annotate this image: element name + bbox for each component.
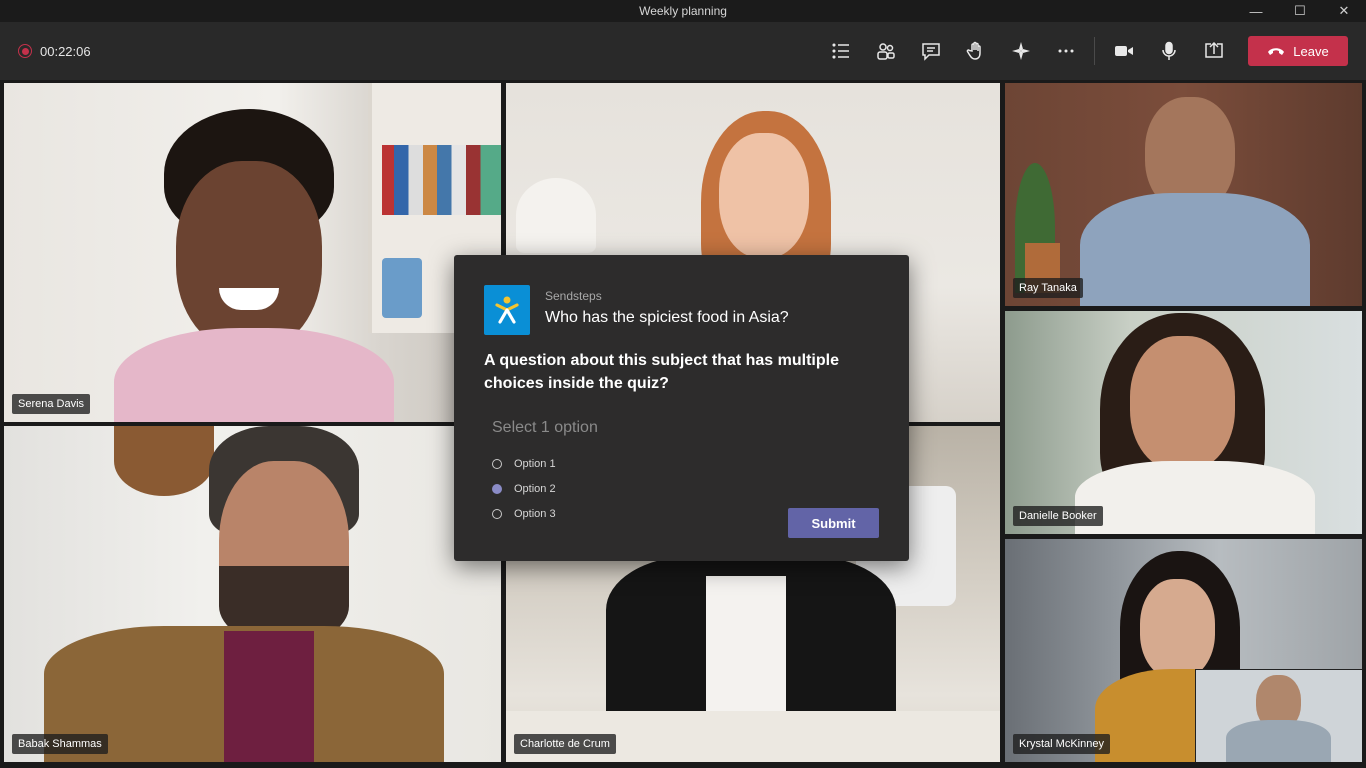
toolbar-separator bbox=[1094, 37, 1095, 65]
share-screen-button[interactable] bbox=[1191, 31, 1236, 71]
meeting-controls: Leave bbox=[818, 22, 1348, 80]
self-view[interactable] bbox=[1195, 669, 1362, 762]
raise-hand-icon bbox=[966, 41, 981, 60]
raise-hand-button[interactable] bbox=[953, 31, 998, 71]
option-2[interactable]: Option 2 bbox=[492, 476, 556, 501]
person-shirt bbox=[1075, 461, 1315, 534]
participants-list-button[interactable] bbox=[818, 31, 863, 71]
hang-up-icon bbox=[1268, 48, 1285, 55]
apps-icon bbox=[1011, 42, 1030, 60]
window-controls: — ☐ ✕ bbox=[1234, 0, 1366, 22]
option-3[interactable]: Option 3 bbox=[492, 501, 556, 526]
participant-name: Ray Tanaka bbox=[1013, 278, 1083, 298]
option-list: Option 1 Option 2 Option 3 bbox=[492, 451, 556, 526]
participants-list-icon bbox=[831, 43, 849, 59]
window-title: Weekly planning bbox=[639, 4, 727, 18]
person-blouse bbox=[706, 576, 786, 726]
sendsteps-logo-icon bbox=[484, 285, 530, 335]
person-shirt bbox=[224, 631, 314, 762]
minimize-icon[interactable]: — bbox=[1234, 0, 1278, 22]
share-icon bbox=[1204, 41, 1223, 58]
submit-button[interactable]: Submit bbox=[788, 508, 879, 538]
wall-decoration bbox=[114, 426, 214, 496]
person-shirt bbox=[114, 328, 394, 422]
participant-name: Danielle Booker bbox=[1013, 506, 1103, 526]
person-shirt bbox=[1080, 193, 1310, 306]
radio-button[interactable] bbox=[492, 458, 502, 469]
option-label: Option 1 bbox=[514, 457, 556, 470]
camera-button[interactable] bbox=[1101, 31, 1146, 71]
radio-button-selected[interactable] bbox=[492, 483, 502, 494]
quiz-title: Who has the spiciest food in Asia? bbox=[545, 309, 789, 326]
title-bar: Weekly planning — ☐ ✕ bbox=[0, 0, 1366, 22]
video-tile-babak[interactable]: Babak Shammas bbox=[4, 426, 501, 762]
chat-button[interactable] bbox=[908, 31, 953, 71]
option-label: Option 2 bbox=[514, 482, 556, 495]
radio-button[interactable] bbox=[492, 508, 502, 519]
maximize-icon[interactable]: ☐ bbox=[1278, 0, 1322, 22]
participant-name: Charlotte de Crum bbox=[514, 734, 616, 754]
person-face bbox=[1130, 336, 1235, 471]
quiz-question: A question about this subject that has m… bbox=[484, 352, 839, 392]
meeting-toolbar: 00:22:06 Leave bbox=[0, 22, 1366, 80]
mic-icon bbox=[1161, 41, 1176, 60]
video-tile-danielle[interactable]: Danielle Booker bbox=[1005, 311, 1362, 534]
select-instruction: Select 1 option bbox=[492, 419, 598, 436]
recording-indicator: 00:22:06 bbox=[18, 44, 91, 59]
app-name: Sendsteps bbox=[545, 289, 602, 303]
option-label: Option 3 bbox=[514, 507, 556, 520]
lamp bbox=[516, 178, 596, 253]
video-tile-krystal[interactable]: Krystal McKinney bbox=[1005, 539, 1362, 762]
option-1[interactable]: Option 1 bbox=[492, 451, 556, 476]
people-icon bbox=[876, 43, 895, 60]
quiz-dialog: Sendsteps Who has the spiciest food in A… bbox=[454, 255, 909, 561]
person-face bbox=[176, 161, 322, 351]
recording-time: 00:22:06 bbox=[40, 43, 91, 59]
person-face bbox=[719, 133, 809, 258]
participant-name: Krystal McKinney bbox=[1013, 734, 1110, 754]
more-options-button[interactable] bbox=[1043, 31, 1088, 71]
camera-icon bbox=[1114, 46, 1133, 56]
apps-button[interactable] bbox=[998, 31, 1043, 71]
video-tile-serena[interactable]: Serena Davis bbox=[4, 83, 501, 422]
people-button[interactable] bbox=[863, 31, 908, 71]
leave-button[interactable]: Leave bbox=[1248, 36, 1348, 66]
more-icon bbox=[1058, 49, 1073, 53]
record-icon bbox=[18, 44, 32, 58]
video-tile-ray[interactable]: Ray Tanaka bbox=[1005, 83, 1362, 306]
close-icon[interactable]: ✕ bbox=[1322, 0, 1366, 22]
microphone-button[interactable] bbox=[1146, 31, 1191, 71]
person-face bbox=[1140, 579, 1215, 679]
participant-name: Babak Shammas bbox=[12, 734, 108, 754]
chat-icon bbox=[921, 43, 940, 61]
participant-name: Serena Davis bbox=[12, 394, 91, 414]
leave-label: Leave bbox=[1293, 43, 1329, 59]
